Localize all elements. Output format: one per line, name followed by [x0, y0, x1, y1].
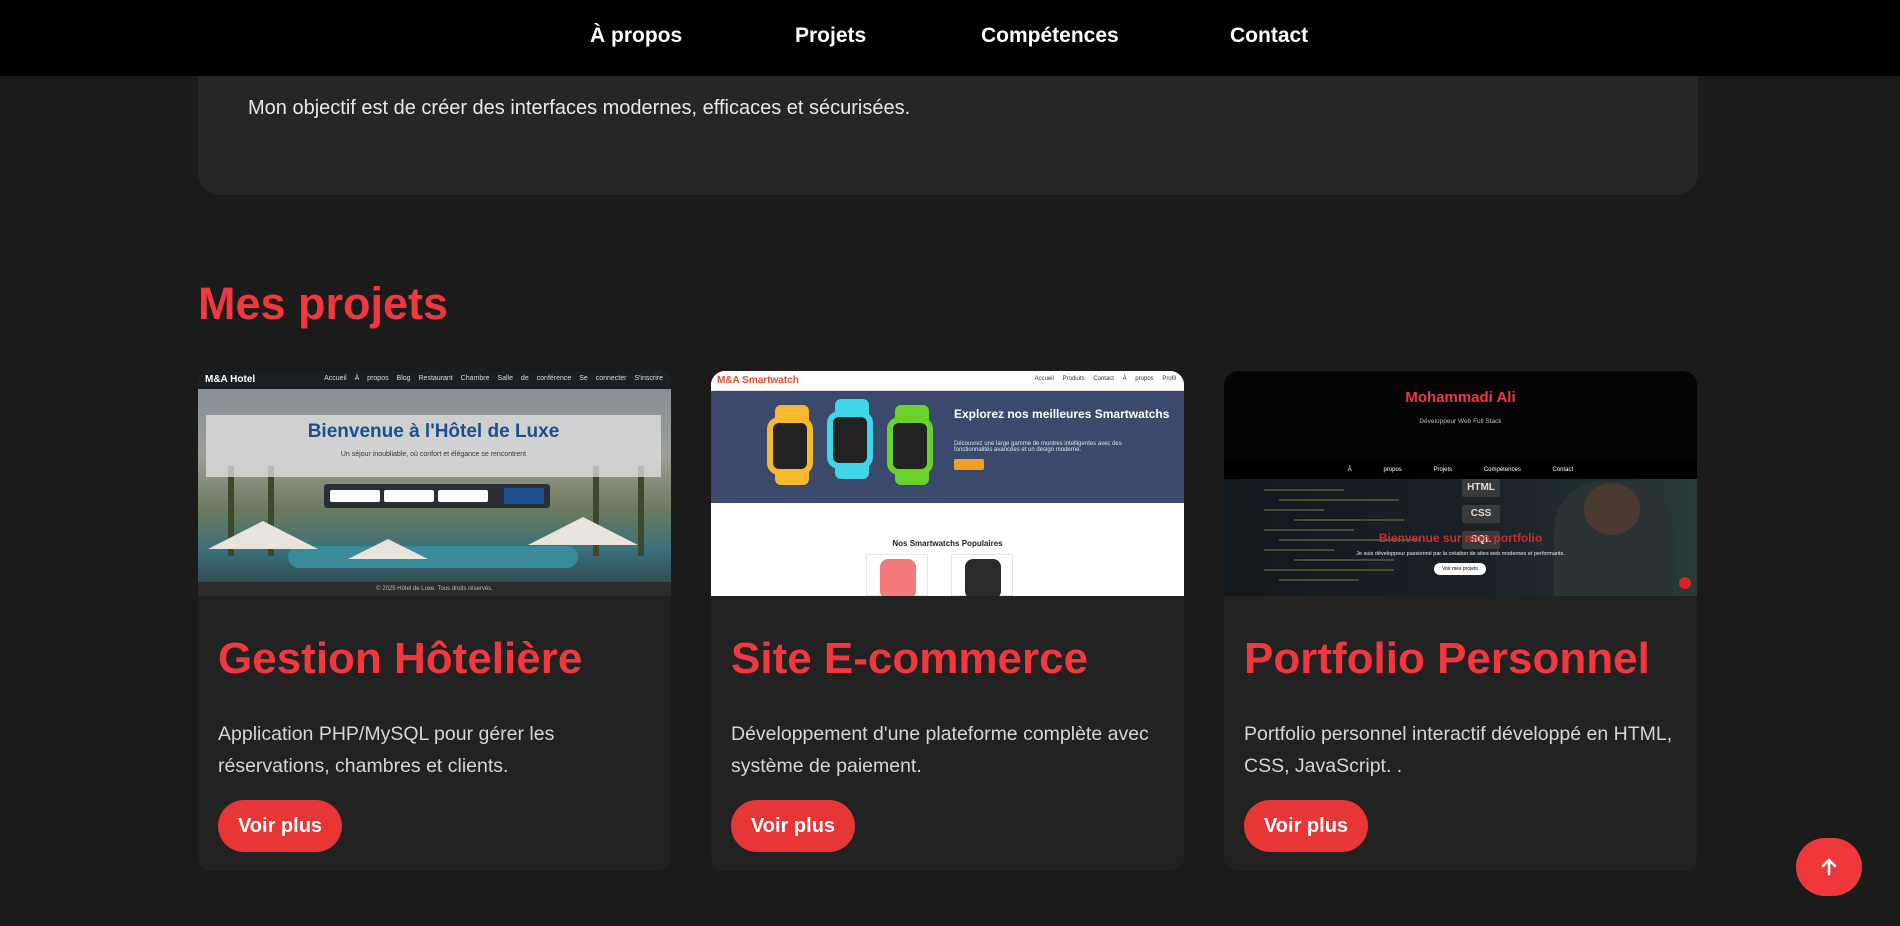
preview-hero: Bienvenue à l'Hôtel de Luxe Un séjour in… [206, 415, 661, 477]
preview-tag: CSS [1462, 505, 1500, 523]
preview-brand: M&A Smartwatch [717, 375, 799, 386]
preview-hero-button [954, 459, 984, 470]
preview-hero-title: Bienvenue à l'Hôtel de Luxe [307, 421, 560, 442]
preview-hero-button: Voir mes projets [1434, 563, 1486, 575]
preview-navbar: M&A Hotel Accueil À propos Blog Restaura… [198, 371, 671, 389]
preview-hero-title: Bienvenue sur mon portfolio [1378, 531, 1543, 545]
preview-role: Développeur Web Full Stack [1419, 418, 1502, 425]
preview-hero-subtitle: Je suis développeur passionné par la cré… [1356, 551, 1565, 557]
about-text: Mon objectif est de créer des interfaces… [248, 97, 911, 119]
preview-links: Accueil À propos Blog Restaurant Chambre… [324, 375, 663, 382]
project-thumbnail-portfolio: Mohammadi Ali Développeur Web Full Stack… [1224, 371, 1697, 596]
voir-plus-button-portfolio[interactable]: Voir plus [1244, 800, 1368, 852]
preview-brand: M&A Hotel [205, 374, 256, 385]
nav-link-competences[interactable]: Compétences [981, 24, 1119, 48]
project-card-ecommerce: M&A Smartwatch Accueil Produits Contact … [711, 371, 1184, 871]
project-title: Site E-commerce [731, 634, 1089, 683]
preview-scroll-dot [1679, 577, 1691, 589]
scroll-top-button[interactable] [1796, 838, 1862, 896]
voir-plus-button-hotel[interactable]: Voir plus [218, 800, 342, 852]
project-description: Développement d'une plateforme complète … [731, 723, 1149, 777]
preview-links: Accueil Produits Contact À propos Profil [1034, 376, 1176, 382]
nav-link-a-propos[interactable]: À propos [590, 24, 682, 48]
preview-tag: HTML [1462, 479, 1500, 497]
preview-product-card [866, 554, 928, 596]
project-thumbnail-ecommerce: M&A Smartwatch Accueil Produits Contact … [711, 371, 1184, 596]
project-thumbnail-hotel: M&A Hotel Accueil À propos Blog Restaura… [198, 371, 671, 596]
nav-link-contact[interactable]: Contact [1230, 24, 1308, 48]
preview-product-card [951, 554, 1013, 596]
preview-hero-subtitle: Découvrez une large gamme de montres int… [954, 441, 1122, 453]
preview-navbar: À propos Projets Compétences Contact [1224, 461, 1697, 479]
project-title: Portfolio Personnel [1244, 634, 1650, 683]
project-card-portfolio: Mohammadi Ali Développeur Web Full Stack… [1224, 371, 1697, 871]
preview-section-title: Nos Smartwatchs Populaires [892, 539, 1003, 548]
project-description: Application PHP/MySQL pour gérer les rés… [218, 723, 555, 777]
voir-plus-button-ecommerce[interactable]: Voir plus [731, 800, 855, 852]
project-title: Gestion Hôtelière [218, 634, 583, 683]
preview-person-head [1584, 483, 1640, 535]
preview-booking-form [324, 484, 550, 508]
project-card-hotel: M&A Hotel Accueil À propos Blog Restaura… [198, 371, 671, 871]
arrow-up-icon [1821, 858, 1837, 876]
top-navigation: À propos Projets Compétences Contact [0, 0, 1900, 76]
nav-link-projets[interactable]: Projets [795, 24, 866, 48]
preview-name: Mohammadi Ali [1405, 389, 1516, 406]
preview-hero-subtitle: Un séjour inoubliable, où confort et élé… [340, 451, 527, 458]
project-description: Portfolio personnel interactif développé… [1244, 723, 1673, 777]
projects-section-title: Mes projets [198, 278, 449, 329]
preview-footer: © 2025 Hôtel de Luxe. Tous droits réserv… [198, 582, 671, 596]
preview-hero-title: Explorez nos meilleures Smartwatchs [954, 407, 1170, 421]
preview-navbar: M&A Smartwatch Accueil Produits Contact … [711, 371, 1184, 391]
